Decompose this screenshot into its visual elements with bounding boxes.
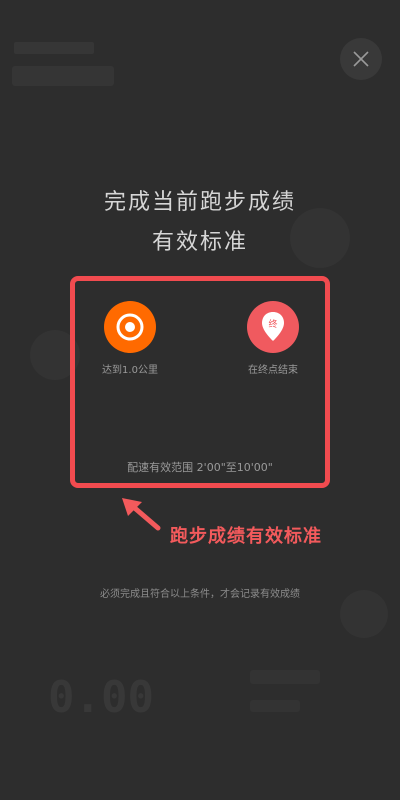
pin-text: 终 bbox=[268, 318, 277, 330]
criterion-finish-label: 在终点结束 bbox=[248, 365, 298, 376]
annotation-arrow-icon bbox=[122, 498, 161, 531]
annotation-label: 跑步成绩有效标准 bbox=[170, 526, 322, 547]
background-distance-value: 0.00 bbox=[48, 672, 154, 723]
criterion-distance-label: 达到1.0公里 bbox=[102, 365, 158, 376]
modal-screen: 0.00 完成当前跑步成绩 有效标准 达到1.0公里 终 在终点结束 配速有效范… bbox=[0, 0, 400, 800]
close-icon bbox=[353, 51, 369, 67]
headline-line-2: 有效标准 bbox=[151, 230, 248, 255]
background-decor bbox=[250, 700, 300, 712]
headline-line-1: 完成当前跑步成绩 bbox=[103, 190, 296, 215]
criteria-highlight-box: 达到1.0公里 终 在终点结束 配速有效范围 2'00"至10'00" bbox=[70, 276, 330, 488]
finish-pin-icon: 终 bbox=[247, 301, 299, 353]
criterion-finish: 终 在终点结束 bbox=[218, 301, 328, 376]
close-button[interactable] bbox=[340, 38, 382, 80]
footnote-text: 必须完成且符合以上条件，才会记录有效成绩 bbox=[100, 589, 300, 600]
background-title-placeholder bbox=[14, 42, 94, 54]
pace-range-text: 配速有效范围 2'00"至10'00" bbox=[127, 461, 273, 474]
criterion-distance: 达到1.0公里 bbox=[75, 301, 185, 376]
target-icon bbox=[104, 301, 156, 353]
background-subtitle-placeholder bbox=[12, 66, 114, 86]
background-decor bbox=[250, 670, 320, 684]
